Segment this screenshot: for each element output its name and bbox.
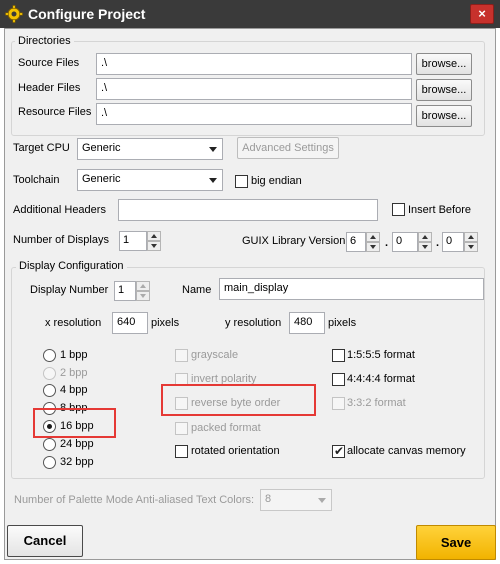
- display-configuration-title: Display Configuration: [16, 260, 127, 272]
- format-332-checkbox[interactable]: [332, 397, 345, 410]
- spin-down-icon[interactable]: [366, 242, 380, 252]
- spin-down-icon[interactable]: [418, 242, 432, 252]
- resource-files-input[interactable]: .\: [96, 103, 412, 125]
- close-icon[interactable]: ×: [470, 4, 494, 24]
- target-cpu-select[interactable]: Generic: [77, 138, 223, 160]
- spin-up-icon[interactable]: [418, 232, 432, 242]
- additional-headers-input[interactable]: [118, 199, 378, 221]
- guix-patch-spinner[interactable]: 0: [442, 232, 478, 252]
- version-dot: .: [436, 237, 440, 249]
- number-of-displays-value: 1: [119, 231, 147, 251]
- format-332-label: 3:3:2 format: [347, 397, 406, 409]
- header-files-label: Header Files: [18, 82, 81, 94]
- save-button[interactable]: Save: [416, 525, 496, 560]
- bpp-24-radio[interactable]: [43, 438, 56, 451]
- bpp-1-radio[interactable]: [43, 349, 56, 362]
- big-endian-checkbox[interactable]: [235, 175, 248, 188]
- guix-minor-value: 0: [392, 232, 418, 252]
- y-resolution-input[interactable]: 480: [289, 312, 325, 334]
- directories-group-title: Directories: [15, 35, 74, 47]
- spin-down-icon[interactable]: [147, 241, 161, 251]
- source-files-label: Source Files: [18, 57, 80, 69]
- cancel-button[interactable]: Cancel: [7, 525, 83, 557]
- x-resolution-input[interactable]: 640: [112, 312, 148, 334]
- guix-major-value: 6: [346, 232, 366, 252]
- bpp-2-label: 2 bpp: [60, 367, 88, 379]
- browse-source-button[interactable]: browse...: [416, 53, 472, 75]
- palette-colors-select[interactable]: 8: [260, 489, 332, 511]
- display-number-value: 1: [114, 281, 136, 301]
- format-4444-label: 4:4:4:4 format: [347, 373, 415, 385]
- allocate-canvas-checkbox[interactable]: ✔: [332, 444, 345, 458]
- window-title: Configure Project: [28, 6, 146, 22]
- packed-format-checkbox[interactable]: [175, 422, 188, 435]
- spin-up-icon[interactable]: [464, 232, 478, 242]
- display-number-spinner[interactable]: 1: [114, 281, 150, 301]
- chevron-down-icon: [318, 498, 326, 503]
- gear-icon: [5, 5, 23, 23]
- additional-headers-label: Additional Headers: [13, 204, 106, 216]
- x-resolution-unit: pixels: [151, 317, 180, 329]
- bpp-4-label: 4 bpp: [60, 384, 88, 396]
- browse-header-button[interactable]: browse...: [416, 79, 472, 101]
- insert-before-label: Insert Before: [408, 204, 471, 216]
- title-bar: Configure Project ×: [0, 0, 500, 28]
- toolchain-select[interactable]: Generic: [77, 169, 223, 191]
- format-4444-checkbox[interactable]: [332, 373, 345, 386]
- allocate-canvas-label: allocate canvas memory: [347, 445, 466, 457]
- spin-up-icon[interactable]: [136, 281, 150, 291]
- header-files-input[interactable]: .\: [96, 78, 412, 100]
- grayscale-checkbox[interactable]: [175, 349, 188, 362]
- grayscale-label: grayscale: [191, 349, 239, 361]
- packed-format-label: packed format: [191, 422, 261, 434]
- guix-patch-value: 0: [442, 232, 464, 252]
- big-endian-label: big endian: [251, 175, 302, 187]
- bpp-32-radio[interactable]: [43, 456, 56, 469]
- browse-resource-button[interactable]: browse...: [416, 105, 472, 127]
- highlight-16bpp: [33, 408, 116, 438]
- advanced-settings-button[interactable]: Advanced Settings: [237, 137, 339, 159]
- number-of-displays-label: Number of Displays: [13, 234, 109, 246]
- spin-down-icon[interactable]: [464, 242, 478, 252]
- spin-down-icon[interactable]: [136, 291, 150, 301]
- display-number-label: Display Number: [30, 284, 109, 296]
- target-cpu-value: Generic: [82, 142, 121, 154]
- number-of-displays-spinner[interactable]: 1: [119, 231, 163, 251]
- bpp-32-label: 32 bpp: [60, 456, 94, 468]
- spin-up-icon[interactable]: [366, 232, 380, 242]
- bpp-4-radio[interactable]: [43, 384, 56, 397]
- y-resolution-unit: pixels: [328, 317, 357, 329]
- bpp-2-radio[interactable]: [43, 367, 56, 380]
- dialog-body: Directories Source Files .\ browse... He…: [4, 28, 496, 560]
- x-resolution-label: x resolution: [45, 317, 102, 329]
- rotated-orientation-label: rotated orientation: [191, 445, 280, 457]
- toolchain-label: Toolchain: [13, 174, 60, 186]
- display-name-input[interactable]: main_display: [219, 278, 484, 300]
- guix-version-label: GUIX Library Version: [242, 235, 346, 247]
- y-resolution-label: y resolution: [225, 317, 282, 329]
- insert-before-checkbox[interactable]: [392, 203, 405, 216]
- resource-files-label: Resource Files: [18, 106, 92, 118]
- format-1555-checkbox[interactable]: [332, 349, 345, 362]
- bpp-24-label: 24 bpp: [60, 438, 94, 450]
- guix-minor-spinner[interactable]: 0: [392, 232, 432, 252]
- guix-major-spinner[interactable]: 6: [346, 232, 380, 252]
- source-files-input[interactable]: .\: [96, 53, 412, 75]
- target-cpu-label: Target CPU: [13, 142, 70, 154]
- check-icon: ✔: [334, 444, 345, 458]
- palette-colors-label: Number of Palette Mode Anti-aliased Text…: [14, 494, 255, 506]
- spin-up-icon[interactable]: [147, 231, 161, 241]
- bpp-1-label: 1 bpp: [60, 349, 88, 361]
- display-name-label: Name: [182, 284, 212, 296]
- rotated-orientation-checkbox[interactable]: [175, 445, 188, 458]
- toolchain-value: Generic: [82, 173, 121, 185]
- version-dot: .: [385, 237, 389, 249]
- chevron-down-icon: [209, 147, 217, 152]
- chevron-down-icon: [209, 178, 217, 183]
- palette-colors-value: 8: [265, 493, 272, 505]
- format-1555-label: 1:5:5:5 format: [347, 349, 415, 361]
- highlight-reverse-byte-order: [161, 384, 316, 416]
